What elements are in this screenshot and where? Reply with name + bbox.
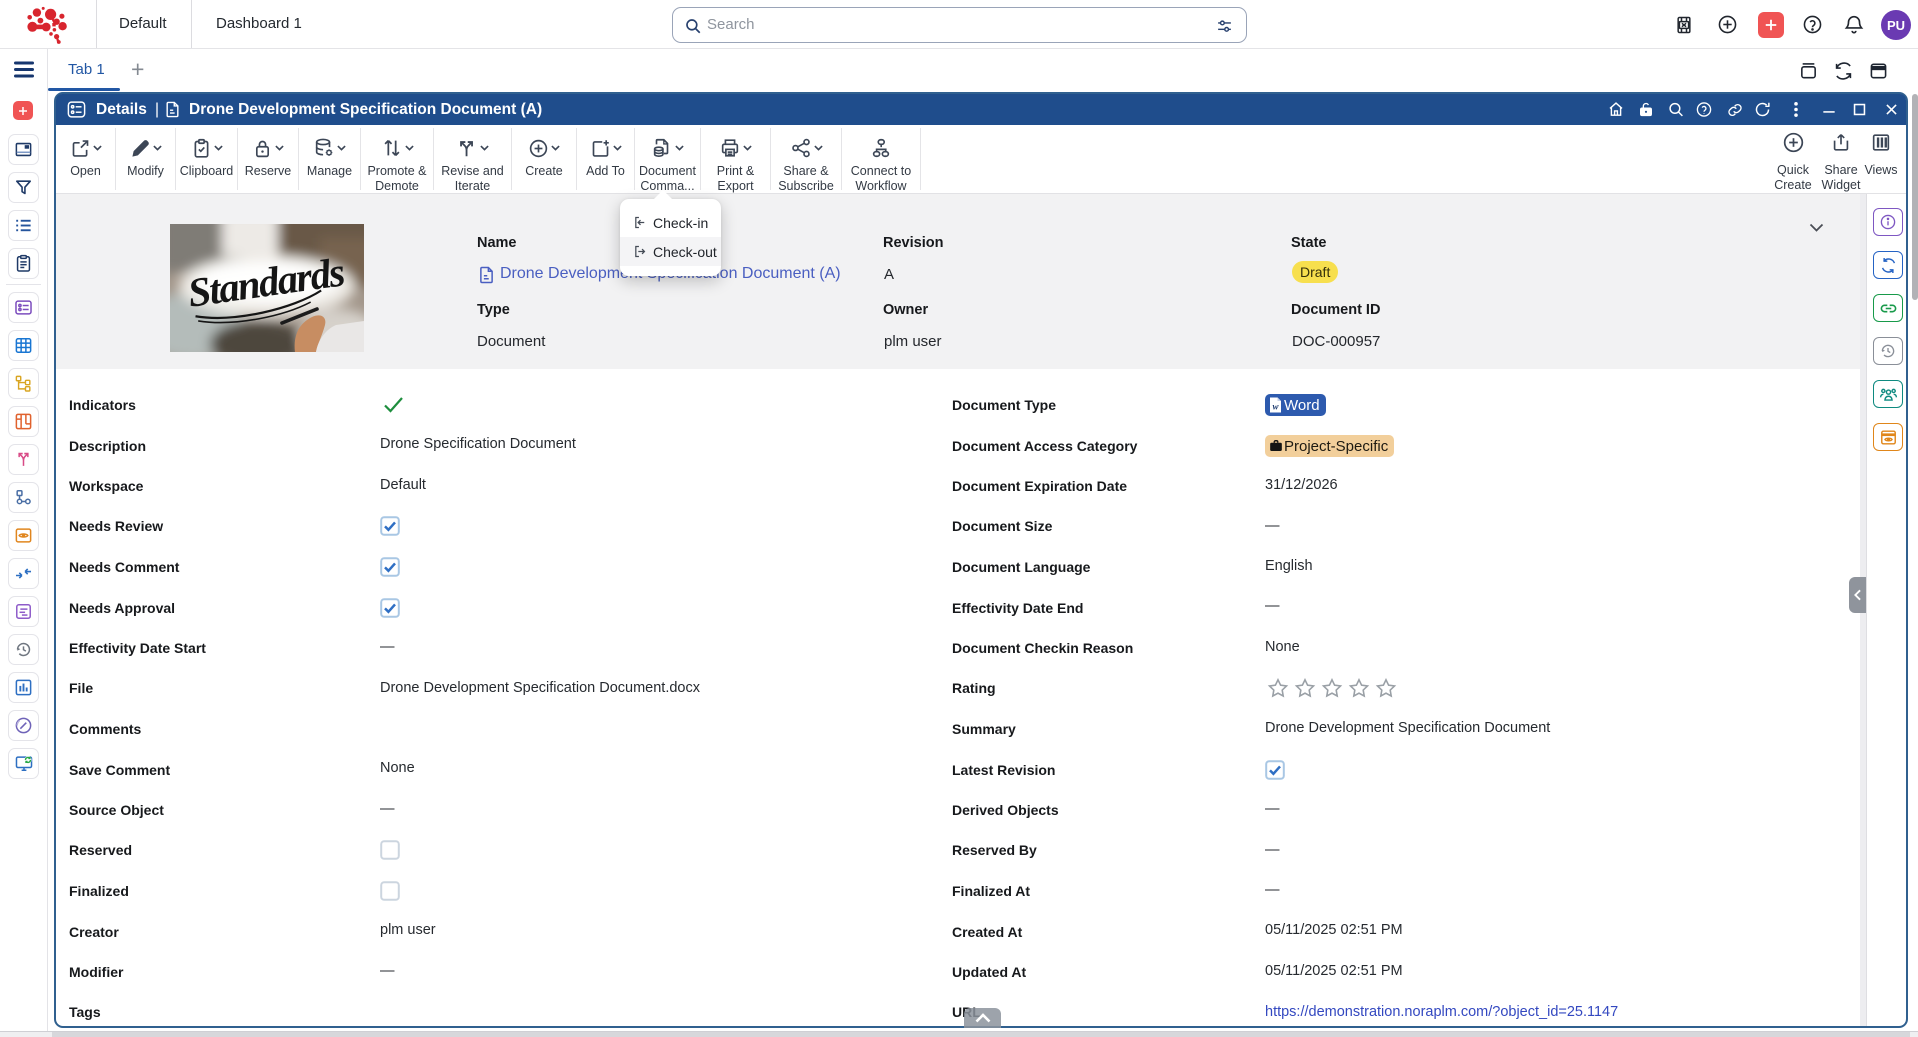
svg-text:w: w	[1272, 402, 1279, 412]
